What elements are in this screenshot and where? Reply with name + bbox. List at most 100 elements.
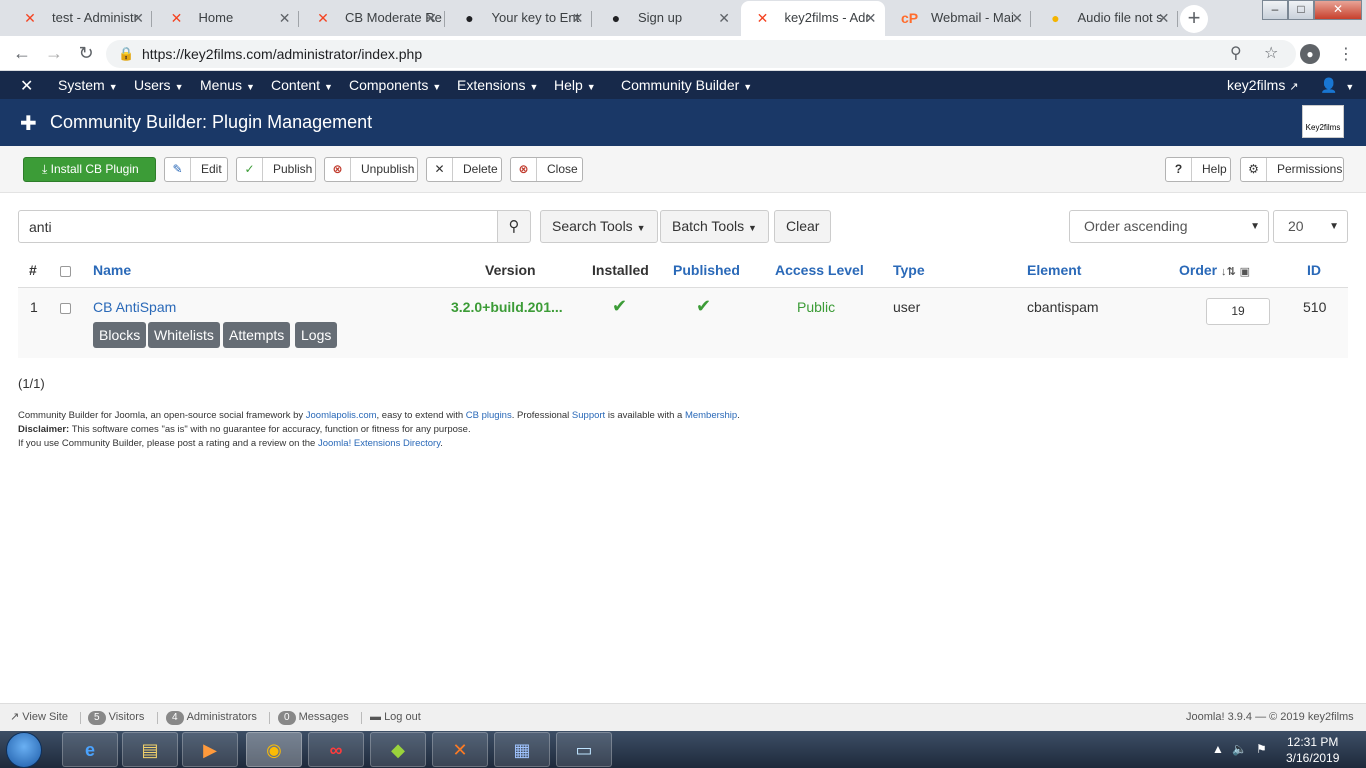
chrome-menu-icon[interactable]: ⋮ <box>1338 44 1354 64</box>
tab-close-icon[interactable]: ✕ <box>132 3 144 33</box>
delete-button[interactable]: ✕ Delete <box>426 157 502 182</box>
select-all-checkbox[interactable] <box>60 266 71 277</box>
edit-button[interactable]: ✎ Edit <box>164 157 228 182</box>
windows-start-icon[interactable] <box>6 732 42 768</box>
user-menu-icon[interactable]: 👤 ▼ <box>1320 71 1354 101</box>
tab-close-icon[interactable]: ✕ <box>572 3 584 33</box>
tab-close-icon[interactable]: ✕ <box>279 3 291 33</box>
browser-tab[interactable]: ✕ CB Moderate Re ✕ <box>301 3 445 33</box>
browser-tab[interactable]: ✕ key2films - Adr ✕ <box>740 1 885 36</box>
published-toggle-check-icon[interactable]: ✔ <box>696 296 711 317</box>
new-tab-button[interactable]: + <box>1180 5 1208 33</box>
attempts-button[interactable]: Attempts <box>223 322 291 348</box>
publish-button[interactable]: ✓ Publish <box>236 157 316 182</box>
site-link[interactable]: key2films ↗ <box>1227 71 1298 101</box>
install-plugin-button[interactable]: ⤓ Install CB Plugin <box>23 157 156 182</box>
col-installed: Installed <box>592 262 649 278</box>
membership-link[interactable]: Membership <box>685 410 737 421</box>
menu-extensions[interactable]: Extensions ▼ <box>457 71 538 101</box>
menu-menus[interactable]: Menus ▼ <box>200 71 255 101</box>
col-name[interactable]: Name <box>93 262 131 278</box>
media-player-icon[interactable]: ▶ <box>182 732 238 767</box>
col-access[interactable]: Access Level <box>775 262 864 278</box>
internet-explorer-icon[interactable]: e <box>62 732 118 767</box>
joomla-logo-icon[interactable]: ✕ <box>20 76 33 96</box>
notepad-icon[interactable]: ▭ <box>556 732 612 767</box>
page-header: ✚ Community Builder: Plugin Management K… <box>0 99 1366 146</box>
close-button[interactable]: ⊗ Close <box>510 157 583 182</box>
app-window-icon[interactable]: ▦ <box>494 732 550 767</box>
menu-users[interactable]: Users ▼ <box>134 71 183 101</box>
visitors-link[interactable]: 5 Visitors <box>88 704 144 731</box>
search-tools-button[interactable]: Search Tools ▼ <box>540 210 658 243</box>
reload-icon[interactable]: ↻ <box>74 41 98 65</box>
menu-help[interactable]: Help ▼ <box>554 71 596 101</box>
col-id[interactable]: ID <box>1307 262 1321 278</box>
creative-cloud-icon[interactable]: ∞ <box>308 732 364 767</box>
search-button[interactable]: ⚲ <box>497 210 531 243</box>
blocks-button[interactable]: Blocks <box>93 322 147 348</box>
bluestacks-icon[interactable]: ◆ <box>370 732 426 767</box>
network-icon[interactable]: ⚑ <box>1256 731 1267 768</box>
permissions-button[interactable]: ⚙ Permissions <box>1240 157 1344 182</box>
save-order-icon[interactable]: ▣ <box>1240 266 1250 278</box>
browser-tab[interactable]: ✕ Home ✕ <box>155 3 299 33</box>
profile-avatar-icon[interactable]: ● <box>1300 44 1320 64</box>
tab-close-icon[interactable]: ✕ <box>425 3 437 33</box>
row-checkbox[interactable] <box>60 303 71 314</box>
bookmark-star-icon[interactable]: ☆ <box>1264 43 1278 63</box>
whitelists-button[interactable]: Whitelists <box>148 322 220 348</box>
logs-button[interactable]: Logs <box>295 322 338 348</box>
view-site-link[interactable]: ↗ View Site <box>10 704 68 731</box>
clear-button[interactable]: Clear <box>774 210 832 243</box>
col-element[interactable]: Element <box>1027 262 1081 278</box>
search-input[interactable] <box>18 210 498 243</box>
browser-tab[interactable]: ✕ test - Administr ✕ <box>8 3 152 33</box>
forward-arrow-icon[interactable]: → <box>42 41 66 65</box>
browser-tab[interactable]: cP Webmail - Mai ✕ <box>887 3 1031 33</box>
menu-community-builder[interactable]: Community Builder ▼ <box>621 71 752 101</box>
jed-link[interactable]: Joomla! Extensions Directory <box>318 438 440 449</box>
administrators-link[interactable]: 4 Administrators <box>166 704 257 731</box>
tab-close-icon[interactable]: ✕ <box>1158 3 1170 33</box>
col-order[interactable]: Order ↓⇅ ▣ <box>1179 262 1250 278</box>
tray-expand-icon[interactable]: ▲ <box>1212 731 1224 768</box>
chrome-icon[interactable]: ◉ <box>246 732 302 767</box>
menu-components[interactable]: Components ▼ <box>349 71 441 101</box>
tab-close-icon[interactable]: ✕ <box>1011 3 1023 33</box>
joomlapolis-link[interactable]: Joomlapolis.com <box>306 410 377 421</box>
browser-tab[interactable]: ● Audio file not s ✕ <box>1034 3 1178 33</box>
zoom-icon[interactable]: ⚲ <box>1230 43 1242 63</box>
browser-tab[interactable]: ● Sign up ✕ <box>594 3 738 33</box>
back-arrow-icon[interactable]: ← <box>10 41 34 65</box>
browser-tab-strip: ✕ test - Administr ✕ ✕ Home ✕ ✕ CB Moderate Re ✕… <box>0 0 1366 36</box>
browser-tab[interactable]: ● Your key to Ent ✕ <box>448 3 592 33</box>
tab-close-icon[interactable]: ✕ <box>865 1 877 35</box>
unpublish-button[interactable]: ⊗ Unpublish <box>324 157 418 182</box>
maximize-button[interactable]: □ <box>1288 0 1314 20</box>
tab-separator <box>1176 11 1178 27</box>
menu-system[interactable]: System ▼ <box>58 71 118 101</box>
xampp-icon[interactable]: ✕ <box>432 732 488 767</box>
menu-content[interactable]: Content ▼ <box>271 71 333 101</box>
plugin-name-link[interactable]: CB AntiSpam <box>93 299 176 315</box>
messages-link[interactable]: 0 Messages <box>278 704 349 731</box>
order-input[interactable]: 19 <box>1206 298 1270 325</box>
logout-link[interactable]: ▬ Log out <box>370 704 421 731</box>
file-explorer-icon[interactable]: ▤ <box>122 732 178 767</box>
window-close-button[interactable]: ✕ <box>1314 0 1362 20</box>
address-bar[interactable]: 🔒 https://key2films.com/administrator/in… <box>106 40 1296 68</box>
support-link[interactable]: Support <box>572 410 605 421</box>
help-button[interactable]: ? Help <box>1165 157 1231 182</box>
batch-tools-button[interactable]: Batch Tools ▼ <box>660 210 769 243</box>
order-select[interactable]: Order ascending ▼ <box>1069 210 1269 243</box>
system-clock[interactable]: 12:31 PM 3/16/2019 <box>1286 734 1339 766</box>
cb-plugins-link[interactable]: CB plugins <box>466 410 512 421</box>
minimize-button[interactable]: – <box>1262 0 1288 20</box>
limit-select[interactable]: 20 ▼ <box>1273 210 1348 243</box>
speaker-icon[interactable]: 🔈 <box>1232 731 1247 768</box>
col-published[interactable]: Published <box>673 262 740 278</box>
col-type[interactable]: Type <box>893 262 925 278</box>
tab-close-icon[interactable]: ✕ <box>718 3 730 33</box>
tab-separator <box>297 11 299 27</box>
